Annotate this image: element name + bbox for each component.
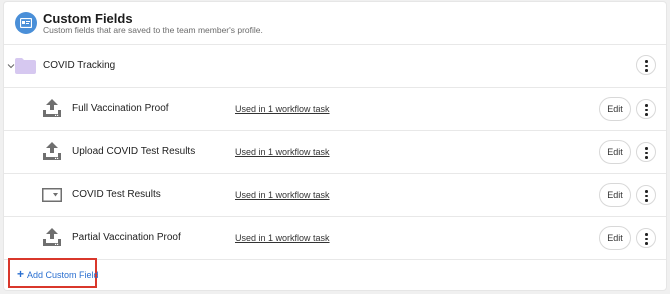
field-row: Full Vaccination Proof Used in 1 workflo… xyxy=(4,88,666,131)
workflow-usage-link[interactable]: Used in 1 workflow task xyxy=(235,147,330,157)
field-more-button[interactable] xyxy=(636,185,656,205)
add-custom-field-highlight: + Add Custom Field xyxy=(8,258,99,288)
field-more-button[interactable] xyxy=(636,99,656,119)
workflow-usage-link[interactable]: Used in 1 workflow task xyxy=(235,233,330,243)
add-custom-field-label: Add Custom Field xyxy=(27,270,99,280)
field-name: Full Vaccination Proof xyxy=(72,103,169,114)
field-row: Upload COVID Test Results Used in 1 work… xyxy=(4,131,666,174)
group-row-covid-tracking[interactable]: COVID Tracking xyxy=(4,44,666,88)
custom-fields-card: Custom Fields Custom fields that are sav… xyxy=(4,2,666,290)
field-more-button[interactable] xyxy=(636,228,656,248)
field-name: COVID Test Results xyxy=(72,189,161,200)
id-card-icon xyxy=(15,12,37,34)
edit-button[interactable]: Edit xyxy=(599,226,631,250)
folder-icon xyxy=(15,58,36,74)
workflow-usage-link[interactable]: Used in 1 workflow task xyxy=(235,104,330,114)
page-title: Custom Fields xyxy=(43,11,133,26)
plus-icon: + xyxy=(17,267,25,281)
upload-icon xyxy=(43,99,61,117)
add-custom-field-button[interactable]: + Add Custom Field xyxy=(17,267,99,281)
dropdown-icon xyxy=(42,188,62,202)
field-name: Upload COVID Test Results xyxy=(72,146,196,157)
edit-button[interactable]: Edit xyxy=(599,140,631,164)
field-row: Partial Vaccination Proof Used in 1 work… xyxy=(4,217,666,260)
edit-button[interactable]: Edit xyxy=(599,183,631,207)
upload-icon xyxy=(43,228,61,246)
field-row: COVID Test Results Used in 1 workflow ta… xyxy=(4,174,666,217)
field-more-button[interactable] xyxy=(636,142,656,162)
chevron-down-icon[interactable] xyxy=(7,62,15,70)
field-name: Partial Vaccination Proof xyxy=(72,232,181,243)
group-more-button[interactable] xyxy=(636,55,656,75)
workflow-usage-link[interactable]: Used in 1 workflow task xyxy=(235,190,330,200)
upload-icon xyxy=(43,142,61,160)
page-subtitle: Custom fields that are saved to the team… xyxy=(43,25,263,35)
group-label: COVID Tracking xyxy=(43,60,116,71)
card-header: Custom Fields Custom fields that are sav… xyxy=(4,2,666,45)
edit-button[interactable]: Edit xyxy=(599,97,631,121)
